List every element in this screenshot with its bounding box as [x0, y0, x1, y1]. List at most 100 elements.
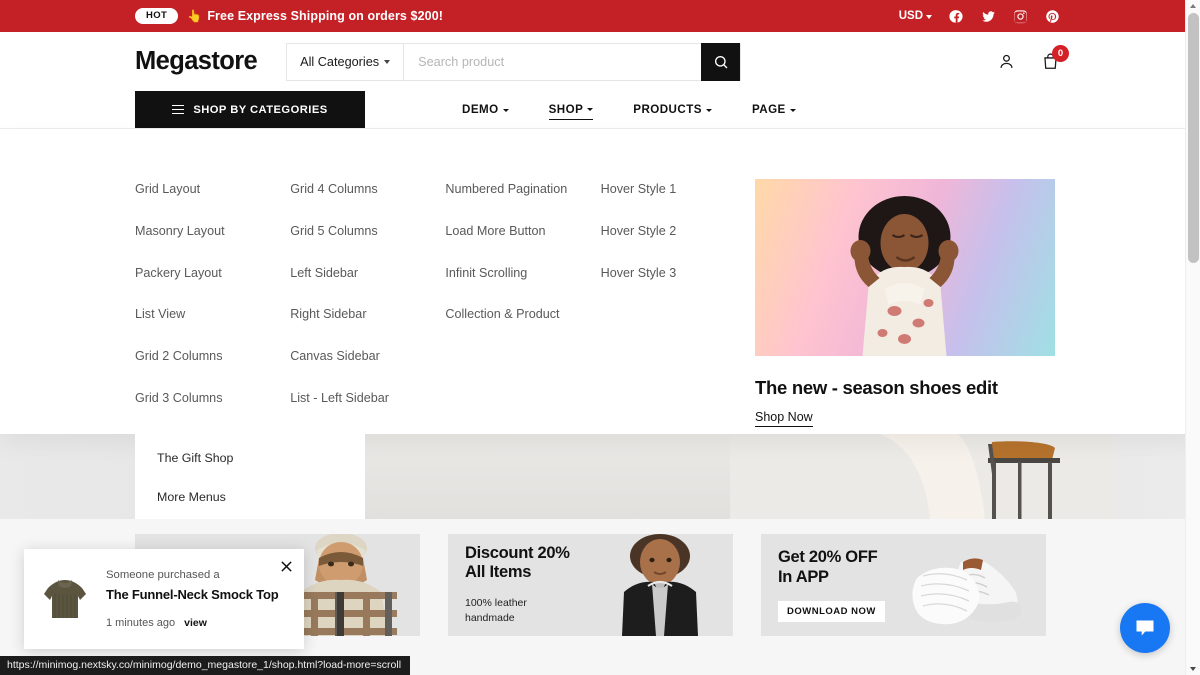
- mega-link[interactable]: Grid Layout: [135, 179, 260, 200]
- chat-bubble-icon: [1133, 616, 1157, 640]
- facebook-icon[interactable]: [949, 9, 964, 24]
- notification-product-name[interactable]: The Funnel-Neck Smock Top: [106, 587, 290, 602]
- promo-card-3-heading-2: In APP: [778, 568, 885, 587]
- page-scrollbar[interactable]: [1185, 0, 1200, 675]
- notification-meta: 1 minutes ago view: [106, 617, 290, 629]
- category-select[interactable]: All Categories: [287, 44, 404, 80]
- close-icon: [280, 560, 293, 573]
- mega-link[interactable]: Masonry Layout: [135, 221, 260, 242]
- notification-prefix: Someone purchased a: [106, 569, 290, 581]
- search-button[interactable]: [701, 43, 740, 81]
- promo-card-3-text: Get 20% OFF In APP DOWNLOAD NOW: [761, 548, 885, 622]
- promo-card-2-sub: 100% leather handmade: [465, 596, 570, 626]
- twitter-icon[interactable]: [981, 9, 996, 24]
- mega-menu-promo: The new - season shoes edit Shop Now: [755, 179, 1055, 434]
- mega-link[interactable]: Grid 5 Columns: [290, 221, 415, 242]
- mega-link[interactable]: Packery Layout: [135, 263, 260, 284]
- cart-button[interactable]: 0: [1041, 52, 1060, 71]
- mega-link[interactable]: Grid 3 Columns: [135, 388, 260, 409]
- promo-card-3-heading-1: Get 20% OFF: [778, 548, 885, 567]
- mega-link[interactable]: Load More Button: [445, 221, 570, 242]
- chevron-down-icon: [706, 109, 712, 112]
- nav-item-label: PRODUCTS: [633, 103, 702, 116]
- chevron-down-icon: [503, 109, 509, 112]
- mega-menu-column-1: Grid Layout Masonry Layout Packery Layou…: [135, 179, 290, 434]
- promo-card-2[interactable]: Discount 20% All Items 100% leather hand…: [448, 534, 733, 636]
- site-logo[interactable]: Megastore: [135, 47, 257, 76]
- chevron-down-icon: [790, 109, 796, 112]
- browser-viewport: HOT 👆 Free Express Shipping on orders $2…: [0, 0, 1200, 675]
- chevron-down-icon: [384, 60, 390, 64]
- mega-link[interactable]: List View: [135, 304, 260, 325]
- promo-title: The new - season shoes edit: [755, 377, 1055, 399]
- olive-sweater-illustration: [34, 568, 96, 630]
- shop-by-categories-button[interactable]: SHOP BY CATEGORIES: [135, 91, 365, 128]
- promo-image[interactable]: [755, 179, 1055, 356]
- currency-selector[interactable]: USD: [899, 10, 932, 22]
- cart-count-badge: 0: [1052, 45, 1069, 62]
- chevron-down-icon: [926, 15, 932, 19]
- mega-menu-column-4: Hover Style 1 Hover Style 2 Hover Style …: [601, 179, 739, 434]
- pointing-hand-icon: 👆: [187, 9, 202, 23]
- mega-link[interactable]: Collection & Product: [445, 304, 570, 325]
- mega-link[interactable]: Hover Style 1: [601, 179, 726, 200]
- mega-link[interactable]: Infinit Scrolling: [445, 263, 570, 284]
- mega-link[interactable]: Canvas Sidebar: [290, 346, 415, 367]
- search-icon: [713, 54, 729, 70]
- nav-item-page[interactable]: PAGE: [752, 100, 796, 119]
- purchase-notification[interactable]: Someone purchased a The Funnel-Neck Smoc…: [24, 549, 304, 649]
- chair-illustration: [730, 434, 1115, 519]
- notification-close-button[interactable]: [280, 560, 294, 574]
- hero-image: [365, 434, 750, 519]
- site-header: Megastore All Categories 0: [0, 32, 1200, 91]
- categories-sub-panel: The Gift Shop More Menus: [135, 434, 365, 519]
- mega-link[interactable]: Grid 2 Columns: [135, 346, 260, 367]
- woman-illustration: [813, 191, 998, 356]
- announcement-bar: HOT 👆 Free Express Shipping on orders $2…: [0, 0, 1200, 32]
- sub-panel-link-more-menus[interactable]: More Menus: [157, 487, 282, 507]
- currency-label: USD: [899, 10, 923, 22]
- mega-link[interactable]: Hover Style 3: [601, 263, 726, 284]
- account-button[interactable]: [997, 52, 1016, 71]
- main-navigation: SHOP BY CATEGORIES DEMO SHOP PRODUCTS PA…: [0, 91, 1200, 129]
- nav-item-label: DEMO: [462, 103, 499, 116]
- instagram-icon[interactable]: [1013, 9, 1028, 24]
- scroll-down-arrow-icon[interactable]: [1190, 667, 1196, 671]
- shop-mega-menu: Grid Layout Masonry Layout Packery Layou…: [0, 129, 1200, 434]
- hamburger-icon: [172, 105, 184, 115]
- hot-badge: HOT: [135, 8, 178, 24]
- mega-link[interactable]: Left Sidebar: [290, 263, 415, 284]
- promo-card-2-heading-1: Discount 20%: [465, 544, 570, 563]
- nav-items: DEMO SHOP PRODUCTS PAGE: [462, 91, 796, 128]
- nav-item-shop[interactable]: SHOP: [549, 100, 594, 120]
- nav-item-products[interactable]: PRODUCTS: [633, 100, 712, 119]
- category-select-label: All Categories: [300, 55, 379, 69]
- promo-shop-now-link[interactable]: Shop Now: [755, 410, 813, 427]
- mega-link[interactable]: Hover Style 2: [601, 221, 726, 242]
- sub-panel-link-gift-shop[interactable]: The Gift Shop: [157, 448, 282, 468]
- promo-card-2-text: Discount 20% All Items 100% leather hand…: [448, 544, 570, 626]
- promo-card-2-heading-2: All Items: [465, 563, 570, 582]
- user-icon: [997, 52, 1016, 71]
- download-now-button[interactable]: DOWNLOAD NOW: [778, 601, 885, 622]
- shop-by-categories-label: SHOP BY CATEGORIES: [193, 104, 327, 116]
- notification-body: Someone purchased a The Funnel-Neck Smoc…: [106, 569, 290, 629]
- mega-link[interactable]: Right Sidebar: [290, 304, 415, 325]
- scroll-up-arrow-icon[interactable]: [1190, 4, 1196, 8]
- search-bar: All Categories: [286, 43, 741, 81]
- nav-item-demo[interactable]: DEMO: [462, 100, 509, 119]
- pinterest-icon[interactable]: [1045, 9, 1060, 24]
- chevron-down-icon: [587, 108, 593, 111]
- nav-item-label: SHOP: [549, 103, 584, 116]
- promo-card-3[interactable]: Get 20% OFF In APP DOWNLOAD NOW: [761, 534, 1046, 636]
- chat-widget-button[interactable]: [1120, 603, 1170, 653]
- white-sneakers-illustration: [901, 534, 1046, 636]
- notification-view-link[interactable]: view: [184, 617, 207, 629]
- mega-link[interactable]: Grid 4 Columns: [290, 179, 415, 200]
- search-input[interactable]: [404, 44, 701, 80]
- scrollbar-thumb[interactable]: [1188, 13, 1199, 263]
- mega-menu-column-2: Grid 4 Columns Grid 5 Columns Left Sideb…: [290, 179, 445, 434]
- mega-link[interactable]: List - Left Sidebar: [290, 388, 415, 409]
- mega-link[interactable]: Numbered Pagination: [445, 179, 570, 200]
- browser-status-bar: https://minimog.nextsky.co/minimog/demo_…: [0, 656, 410, 675]
